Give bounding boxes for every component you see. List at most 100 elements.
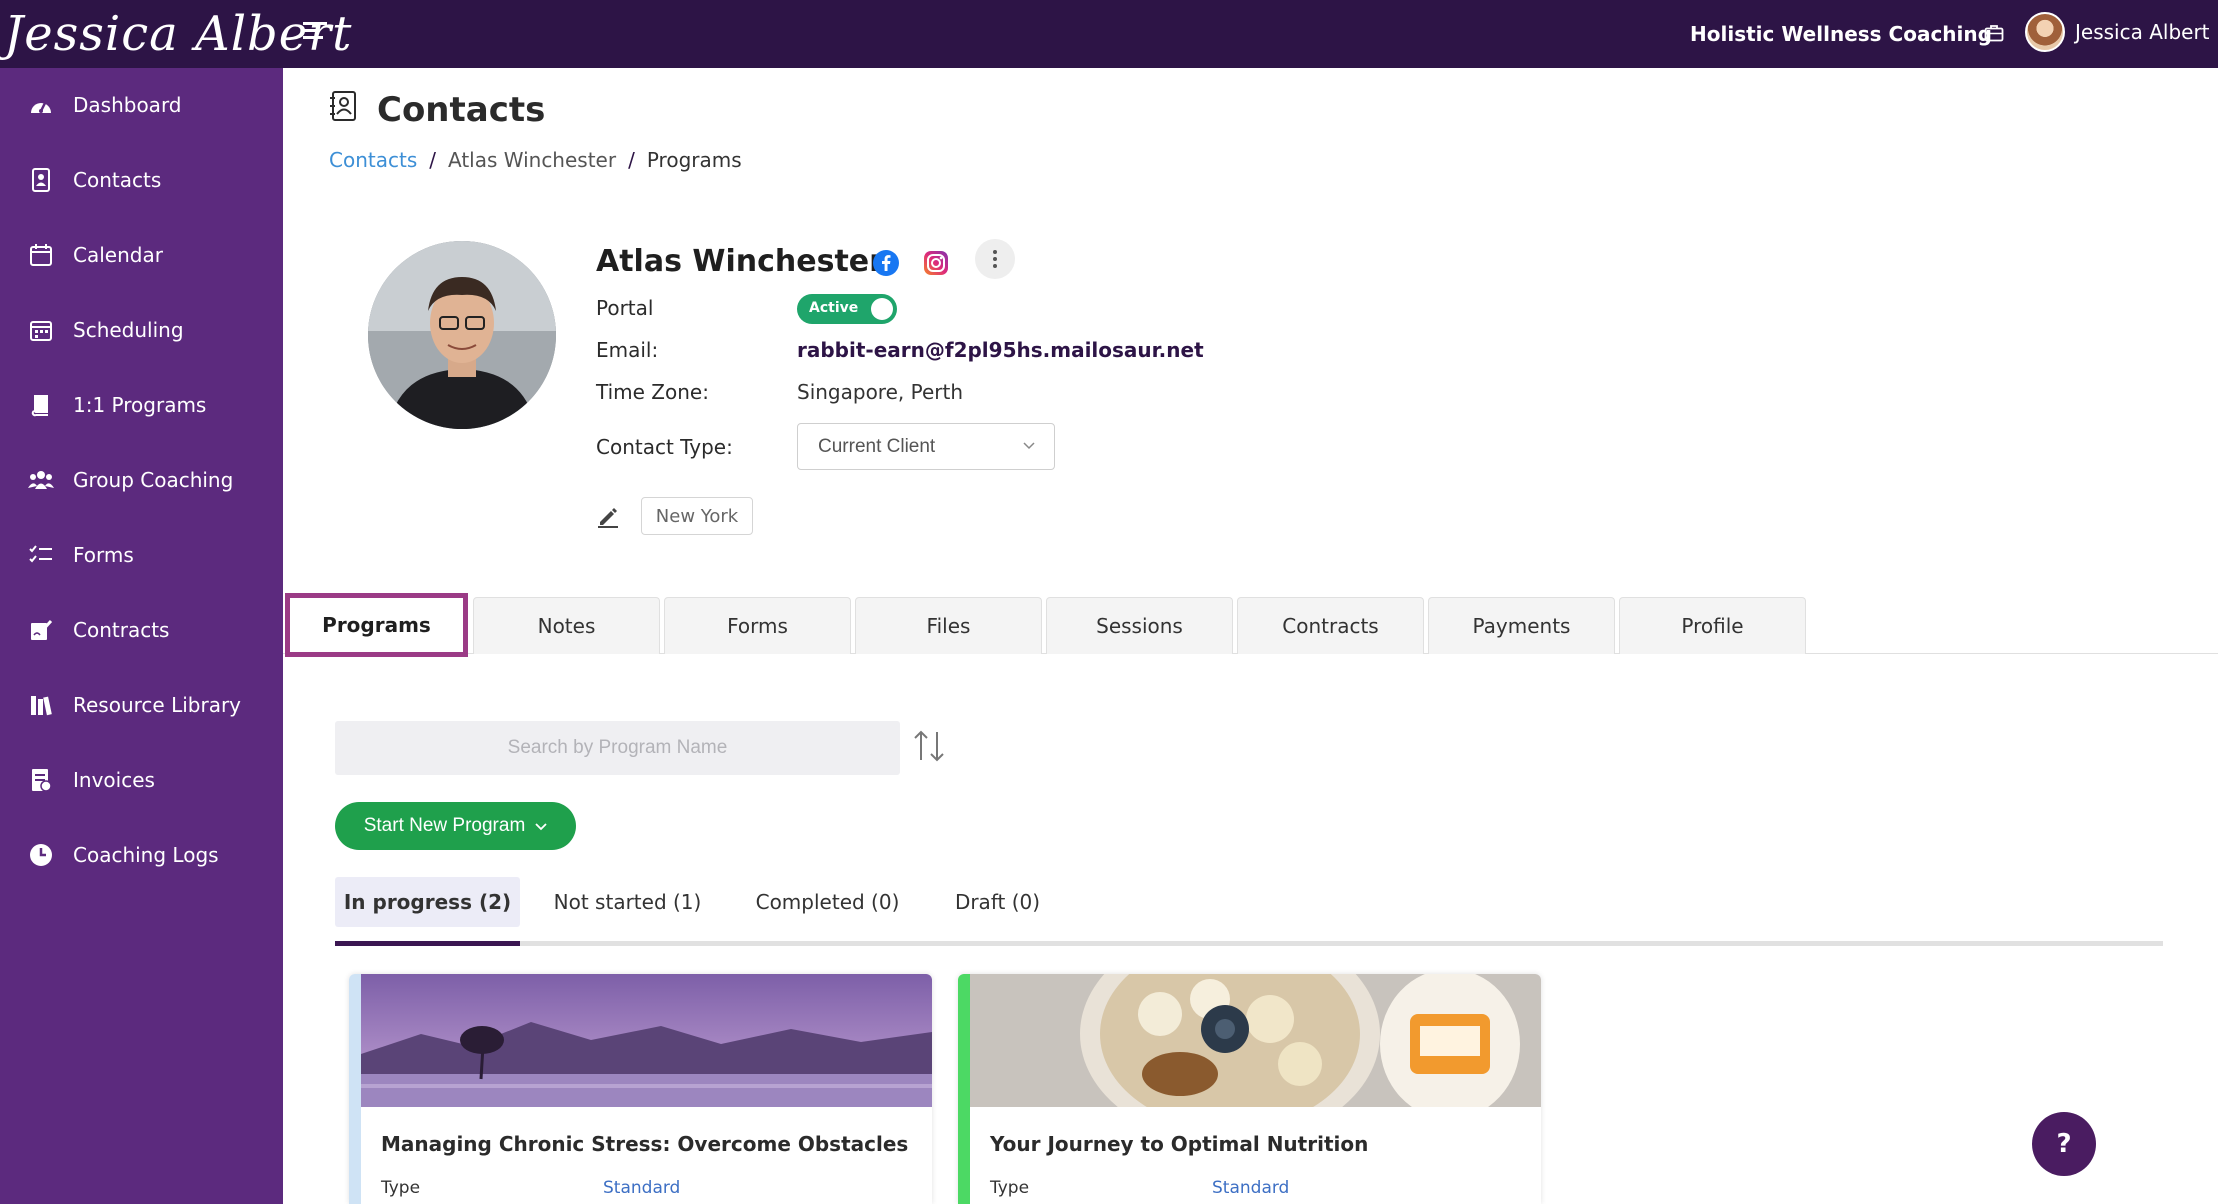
contacts-book-icon	[330, 91, 356, 121]
clock-icon	[28, 842, 54, 868]
sidebar-item-invoices[interactable]: Invoices	[0, 751, 283, 809]
contacts-icon	[28, 167, 54, 193]
sidebar-item-label: Contacts	[73, 168, 162, 192]
sidebar-item-label: Contracts	[73, 618, 170, 642]
sidebar-item-coaching-logs[interactable]: Coaching Logs	[0, 826, 283, 884]
program-type-label: Type	[381, 1178, 421, 1198]
sidebar-item-group-coaching[interactable]: Group Coaching	[0, 451, 283, 509]
user-name[interactable]: Jessica Albert	[2075, 20, 2210, 44]
program-type-label: Type	[990, 1178, 1030, 1198]
breadcrumb-separator: /	[429, 148, 436, 172]
sidebar-item-1-1-programs[interactable]: 1:1 Programs	[0, 376, 283, 434]
sidebar-item-label: 1:1 Programs	[73, 393, 207, 417]
status-tab-draft[interactable]: Draft (0)	[945, 877, 1050, 927]
contact-type-value: Current Client	[818, 436, 936, 457]
sidebar-item-label: Group Coaching	[73, 468, 234, 492]
toggle-knob	[871, 298, 893, 320]
group-icon	[28, 467, 54, 493]
business-name[interactable]: Holistic Wellness Coaching	[1690, 22, 1992, 46]
status-tab-in-progress[interactable]: In progress (2)	[335, 877, 520, 927]
dashboard-icon	[28, 92, 54, 118]
chevron-down-icon	[535, 823, 547, 831]
sidebar-item-label: Forms	[73, 543, 134, 567]
program-type-value: Standard	[1212, 1178, 1290, 1198]
breadcrumb: Contacts / Atlas Winchester / Programs	[329, 148, 742, 172]
instagram-icon[interactable]	[922, 249, 950, 277]
breadcrumb-separator: /	[628, 148, 635, 172]
sidebar-item-contracts[interactable]: Contracts	[0, 601, 283, 659]
page-title: Contacts	[377, 90, 546, 130]
pencil-icon[interactable]	[596, 504, 620, 528]
timezone-value: Singapore, Perth	[797, 380, 964, 404]
status-tabs-track	[335, 941, 2163, 946]
tab-programs[interactable]: Programs	[285, 593, 468, 657]
sidebar-item-resource-library[interactable]: Resource Library	[0, 676, 283, 734]
library-icon	[28, 692, 54, 718]
calendar-icon	[28, 242, 54, 268]
status-tab-completed[interactable]: Completed (0)	[740, 877, 915, 927]
list-check-icon	[28, 542, 54, 568]
tab-contracts[interactable]: Contracts	[1237, 597, 1424, 654]
tab-sessions[interactable]: Sessions	[1046, 597, 1233, 654]
menu-toggle-icon[interactable]	[303, 22, 327, 44]
breadcrumb-contacts-link[interactable]: Contacts	[329, 148, 417, 172]
chevron-down-icon	[1023, 442, 1035, 450]
portal-label: Portal	[596, 296, 654, 320]
program-cover-image	[361, 974, 932, 1107]
book-icon	[28, 392, 54, 418]
tag-chip[interactable]: New York	[641, 497, 753, 535]
program-title: Managing Chronic Stress: Overcome Obstac…	[381, 1132, 909, 1156]
sidebar-item-label: Coaching Logs	[73, 843, 219, 867]
status-tab-not-started[interactable]: Not started (1)	[540, 877, 715, 927]
start-new-program-button[interactable]: Start New Program	[335, 802, 576, 850]
sidebar-item-label: Resource Library	[73, 693, 242, 717]
card-accent	[958, 974, 970, 1204]
sidebar-item-forms[interactable]: Forms	[0, 526, 283, 584]
program-card[interactable]: Managing Chronic Stress: Overcome Obstac…	[349, 974, 932, 1204]
program-card[interactable]: Your Journey to Optimal Nutrition Type S…	[958, 974, 1541, 1204]
sort-icon[interactable]	[912, 728, 946, 764]
card-accent	[349, 974, 361, 1204]
contact-avatar[interactable]	[368, 241, 556, 429]
portal-toggle[interactable]: Active	[797, 294, 897, 324]
scheduling-icon	[28, 317, 54, 343]
program-cover-image	[970, 974, 1541, 1107]
contact-type-select[interactable]: Current Client	[797, 423, 1055, 470]
sidebar-item-label: Invoices	[73, 768, 155, 792]
more-options-button[interactable]	[975, 239, 1015, 279]
sidebar-item-label: Calendar	[73, 243, 163, 267]
program-type-value: Standard	[603, 1178, 681, 1198]
tab-profile[interactable]: Profile	[1619, 597, 1806, 654]
breadcrumb-current: Programs	[646, 148, 742, 172]
brand-logo[interactable]: Jessica Albert	[4, 2, 352, 66]
sidebar-item-label: Scheduling	[73, 318, 184, 342]
sidebar-item-scheduling[interactable]: Scheduling	[0, 301, 283, 359]
briefcase-icon[interactable]	[1984, 24, 2004, 42]
start-new-program-label: Start New Program	[363, 815, 526, 836]
tab-files[interactable]: Files	[855, 597, 1042, 654]
top-bar: Jessica Albert Holistic Wellness Coachin…	[0, 0, 2218, 68]
email-label: Email:	[596, 338, 659, 362]
search-input[interactable]	[335, 721, 900, 775]
help-button[interactable]: ?	[2032, 1112, 2096, 1176]
breadcrumb-contact-name: Atlas Winchester	[447, 148, 617, 172]
program-title: Your Journey to Optimal Nutrition	[990, 1132, 1369, 1156]
sidebar-item-dashboard[interactable]: Dashboard	[0, 76, 283, 134]
facebook-icon[interactable]	[872, 249, 900, 277]
signature-icon	[28, 617, 54, 643]
user-avatar[interactable]	[2025, 12, 2065, 52]
contact-name: Atlas Winchester	[596, 244, 884, 279]
status-active-indicator	[335, 941, 520, 946]
tab-notes[interactable]: Notes	[473, 597, 660, 654]
contact-type-label: Contact Type:	[596, 435, 733, 459]
tab-payments[interactable]: Payments	[1428, 597, 1615, 654]
sidebar-item-label: Dashboard	[73, 93, 182, 117]
sidebar-item-calendar[interactable]: Calendar	[0, 226, 283, 284]
sidebar-item-contacts[interactable]: Contacts	[0, 151, 283, 209]
sidebar: Dashboard Contacts Calendar Scheduling 1…	[0, 68, 283, 1204]
timezone-label: Time Zone:	[596, 380, 709, 404]
portal-status: Active	[809, 300, 859, 316]
email-value[interactable]: rabbit-earn@f2pl95hs.mailosaur.net	[797, 338, 1204, 362]
invoice-icon	[28, 767, 54, 793]
tab-forms[interactable]: Forms	[664, 597, 851, 654]
